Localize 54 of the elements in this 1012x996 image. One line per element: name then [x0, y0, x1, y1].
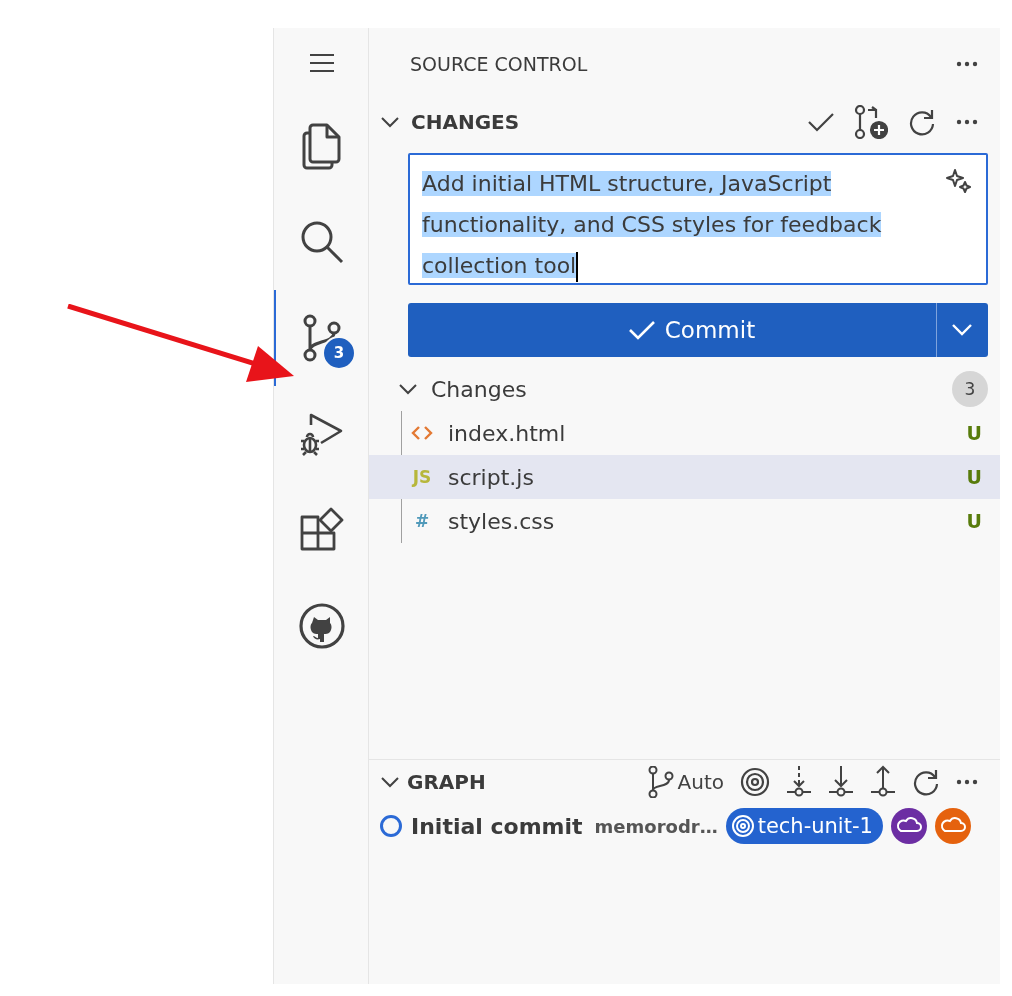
file-name: styles.css: [448, 508, 555, 534]
refresh-icon[interactable]: [908, 108, 936, 136]
caret-icon: [952, 324, 972, 336]
code-icon: [410, 425, 434, 441]
commit-button[interactable]: Commit: [408, 303, 936, 357]
check-icon: [628, 320, 655, 340]
group-label[interactable]: Changes: [431, 376, 527, 402]
files-icon: [301, 121, 343, 171]
file-item[interactable]: # styles.css U: [369, 499, 1000, 543]
commit-author: memorodr…: [594, 815, 718, 837]
more-icon[interactable]: [956, 119, 978, 125]
chevron-icon[interactable]: [381, 116, 399, 128]
status-letter: U: [966, 422, 982, 444]
fetch-icon[interactable]: [786, 765, 812, 799]
file-item[interactable]: JS script.js U: [369, 455, 1000, 499]
chevron-icon[interactable]: [399, 383, 417, 395]
source-control-button[interactable]: 3: [274, 290, 368, 386]
count-badge: 3: [322, 336, 356, 370]
branch-icon: [302, 314, 342, 362]
file-name: script.js: [448, 464, 534, 490]
commit-node-icon: [379, 814, 403, 838]
extensions-icon: [299, 507, 345, 553]
push-icon[interactable]: [870, 765, 896, 799]
file-item[interactable]: index.html U: [369, 411, 1000, 455]
chevron-icon[interactable]: [381, 776, 399, 788]
file-type-icon: JS: [410, 467, 434, 487]
more-icon[interactable]: [956, 779, 978, 785]
cloud-icon: [934, 808, 971, 844]
branch-add-icon[interactable]: [854, 105, 888, 139]
sparkle-icon[interactable]: [946, 167, 972, 193]
target-icon: [730, 814, 755, 838]
cloud-icon: [890, 808, 927, 844]
count-badge: 3: [952, 371, 988, 407]
branch-name: tech-unit-1: [757, 814, 873, 838]
more-icon[interactable]: [956, 61, 978, 67]
mode-button[interactable]: Auto: [647, 766, 724, 798]
commit-message-field[interactable]: Add initial HTML structure, JavaScript functionality, and CSS styles for feedback collection tool: [408, 153, 988, 285]
run-debug-icon: [299, 411, 345, 457]
file-type-icon: #: [410, 511, 434, 531]
check-icon[interactable]: [808, 112, 834, 132]
search-icon: [300, 220, 344, 264]
github-icon: [298, 602, 346, 650]
file-name: index.html: [448, 420, 566, 446]
branch-icon: [647, 766, 674, 798]
pull-icon[interactable]: [828, 765, 854, 799]
section-title: GRAPH: [407, 770, 486, 794]
menu-icon: [309, 52, 335, 74]
commit-message: Initial commit: [411, 813, 583, 839]
panel-title: SOURCE CONTROL: [410, 53, 588, 75]
status-letter: U: [966, 466, 982, 488]
refresh-icon[interactable]: [912, 768, 940, 796]
section-title: CHANGES: [411, 110, 520, 134]
status-letter: U: [966, 510, 982, 532]
target-icon[interactable]: [740, 767, 770, 797]
